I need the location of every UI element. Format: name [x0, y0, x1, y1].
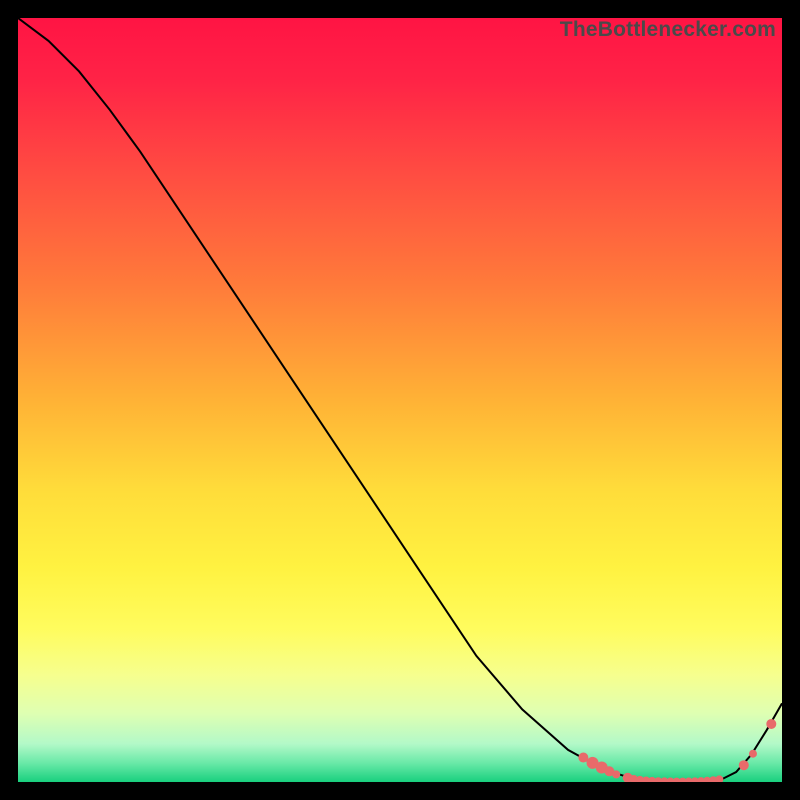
marker-point: [739, 760, 749, 770]
plot-area: TheBottlenecker.com: [18, 18, 782, 782]
chart-frame: TheBottlenecker.com: [0, 0, 800, 800]
marker-point: [612, 770, 620, 778]
marker-point: [766, 719, 776, 729]
chart-svg: [18, 18, 782, 782]
gradient-background: [18, 18, 782, 782]
marker-point: [749, 750, 757, 758]
watermark-label: TheBottlenecker.com: [560, 18, 776, 42]
